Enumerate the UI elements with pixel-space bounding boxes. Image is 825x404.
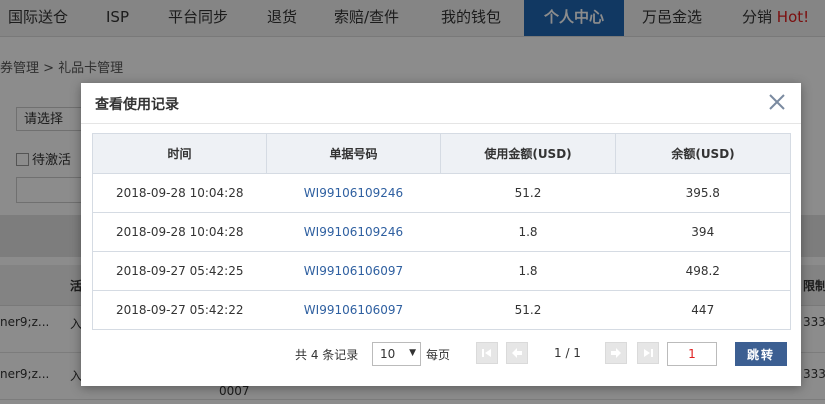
cell-balance: 394 — [615, 212, 791, 252]
table-header-row: 时间 单据号码 使用金额(USD) 余额(USD) — [92, 133, 791, 174]
page-size-value: 10 — [380, 347, 396, 361]
cell-amount: 1.8 — [440, 212, 616, 252]
column-header-balance: 余额(USD) — [615, 133, 791, 174]
cell-time: 2018-09-28 10:04:28 — [92, 212, 267, 252]
column-header-time: 时间 — [92, 133, 267, 174]
dialog-header: 查看使用记录 — [81, 83, 801, 124]
cell-balance: 498.2 — [615, 251, 791, 291]
cell-amount: 51.2 — [440, 290, 616, 330]
cell-doc-no-link[interactable]: WI99106109246 — [266, 173, 441, 213]
column-header-amount: 使用金额(USD) — [440, 133, 616, 174]
page-size-select[interactable]: 10 ▼ — [372, 342, 421, 366]
caret-down-icon: ▼ — [409, 348, 416, 358]
cell-doc-no-link[interactable]: WI99106109246 — [266, 212, 441, 252]
usage-record-table: 时间 单据号码 使用金额(USD) 余额(USD) 2018-09-28 10:… — [92, 133, 791, 330]
jump-button[interactable]: 跳转 — [735, 342, 787, 366]
last-page-icon — [644, 349, 653, 357]
pagination: 共 4 条记录 10 ▼ 每页 1 / 1 跳转 — [81, 340, 801, 368]
close-icon[interactable] — [767, 92, 787, 112]
page-info: 1 / 1 — [554, 346, 581, 360]
cell-doc-no-link[interactable]: WI99106106097 — [266, 251, 441, 291]
table-row: 2018-09-27 05:42:25 WI99106106097 1.8 49… — [92, 251, 791, 291]
usage-record-dialog: 查看使用记录 时间 单据号码 使用金额(USD) 余额(USD) 2018-09… — [81, 83, 801, 386]
next-arrow-icon — [611, 348, 621, 358]
table-row: 2018-09-28 10:04:28 WI99106109246 51.2 3… — [92, 173, 791, 213]
per-page-label: 每页 — [426, 348, 451, 362]
cell-time: 2018-09-27 05:42:22 — [92, 290, 267, 330]
prev-arrow-icon — [512, 348, 522, 358]
cell-amount: 51.2 — [440, 173, 616, 213]
cell-amount: 1.8 — [440, 251, 616, 291]
column-header-doc-no: 单据号码 — [266, 133, 441, 174]
next-page-button[interactable] — [605, 342, 627, 364]
last-page-button[interactable] — [637, 342, 659, 364]
cell-balance: 447 — [615, 290, 791, 330]
cell-doc-no-link[interactable]: WI99106106097 — [266, 290, 441, 330]
cell-time: 2018-09-27 05:42:25 — [92, 251, 267, 291]
first-page-icon — [482, 349, 491, 357]
total-records: 共 4 条记录 — [295, 348, 359, 362]
table-row: 2018-09-27 05:42:22 WI99106106097 51.2 4… — [92, 290, 791, 330]
table-row: 2018-09-28 10:04:28 WI99106109246 1.8 39… — [92, 212, 791, 252]
dialog-title: 查看使用记录 — [95, 97, 179, 113]
first-page-button[interactable] — [476, 342, 498, 364]
cell-balance: 395.8 — [615, 173, 791, 213]
prev-page-button[interactable] — [506, 342, 528, 364]
jump-page-input[interactable] — [667, 342, 717, 366]
cell-time: 2018-09-28 10:04:28 — [92, 173, 267, 213]
